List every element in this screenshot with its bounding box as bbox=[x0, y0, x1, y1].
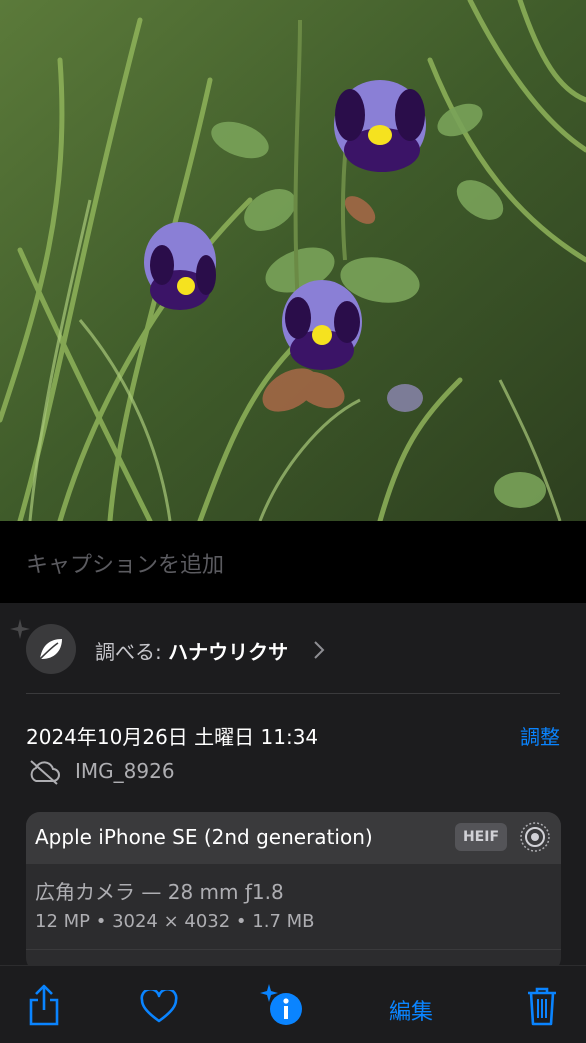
heart-icon[interactable] bbox=[140, 990, 178, 1024]
camera-info-card: Apple iPhone SE (2nd generation) HEIF 広角… bbox=[26, 812, 561, 972]
caption-area[interactable]: キャプションを追加 bbox=[0, 521, 586, 603]
flower-photo bbox=[0, 0, 586, 521]
lookup-name: ハナウリクサ bbox=[168, 640, 289, 664]
lookup-prefix: 調べる: bbox=[95, 640, 169, 664]
visual-lookup-button[interactable] bbox=[26, 624, 76, 674]
card-divider bbox=[26, 949, 561, 950]
lens-info: 広角カメラ — 28 mm ƒ1.8 bbox=[35, 880, 284, 904]
lookup-link[interactable]: 調べる: ハナウリクサ bbox=[95, 636, 288, 665]
image-specs: 12 MP • 3024 × 4032 • 1.7 MB bbox=[35, 911, 315, 932]
trash-icon[interactable] bbox=[526, 986, 558, 1026]
share-icon[interactable] bbox=[28, 984, 60, 1026]
caption-input[interactable]: キャプションを追加 bbox=[26, 547, 224, 579]
info-panel: 調べる: ハナウリクサ 2024年10月26日 土曜日 11:34 調整 IMG… bbox=[0, 603, 586, 972]
info-sparkle-icon[interactable] bbox=[258, 983, 306, 1027]
leaf-icon bbox=[39, 639, 62, 660]
photo-image[interactable] bbox=[0, 0, 586, 521]
format-badge: HEIF bbox=[455, 823, 507, 851]
edit-button[interactable]: 編集 bbox=[389, 994, 433, 1026]
divider bbox=[26, 693, 560, 694]
cloud-off-icon bbox=[30, 760, 60, 785]
bottom-toolbar: 編集 bbox=[0, 965, 586, 1043]
live-photo-icon[interactable] bbox=[519, 821, 551, 853]
chevron-right-icon bbox=[314, 641, 325, 659]
adjust-button[interactable]: 調整 bbox=[520, 721, 560, 750]
device-name: Apple iPhone SE (2nd generation) bbox=[35, 825, 373, 849]
photo-datetime: 2024年10月26日 土曜日 11:34 bbox=[26, 725, 319, 749]
file-name: IMG_8926 bbox=[75, 759, 175, 783]
camera-card-header: Apple iPhone SE (2nd generation) HEIF bbox=[26, 812, 561, 864]
